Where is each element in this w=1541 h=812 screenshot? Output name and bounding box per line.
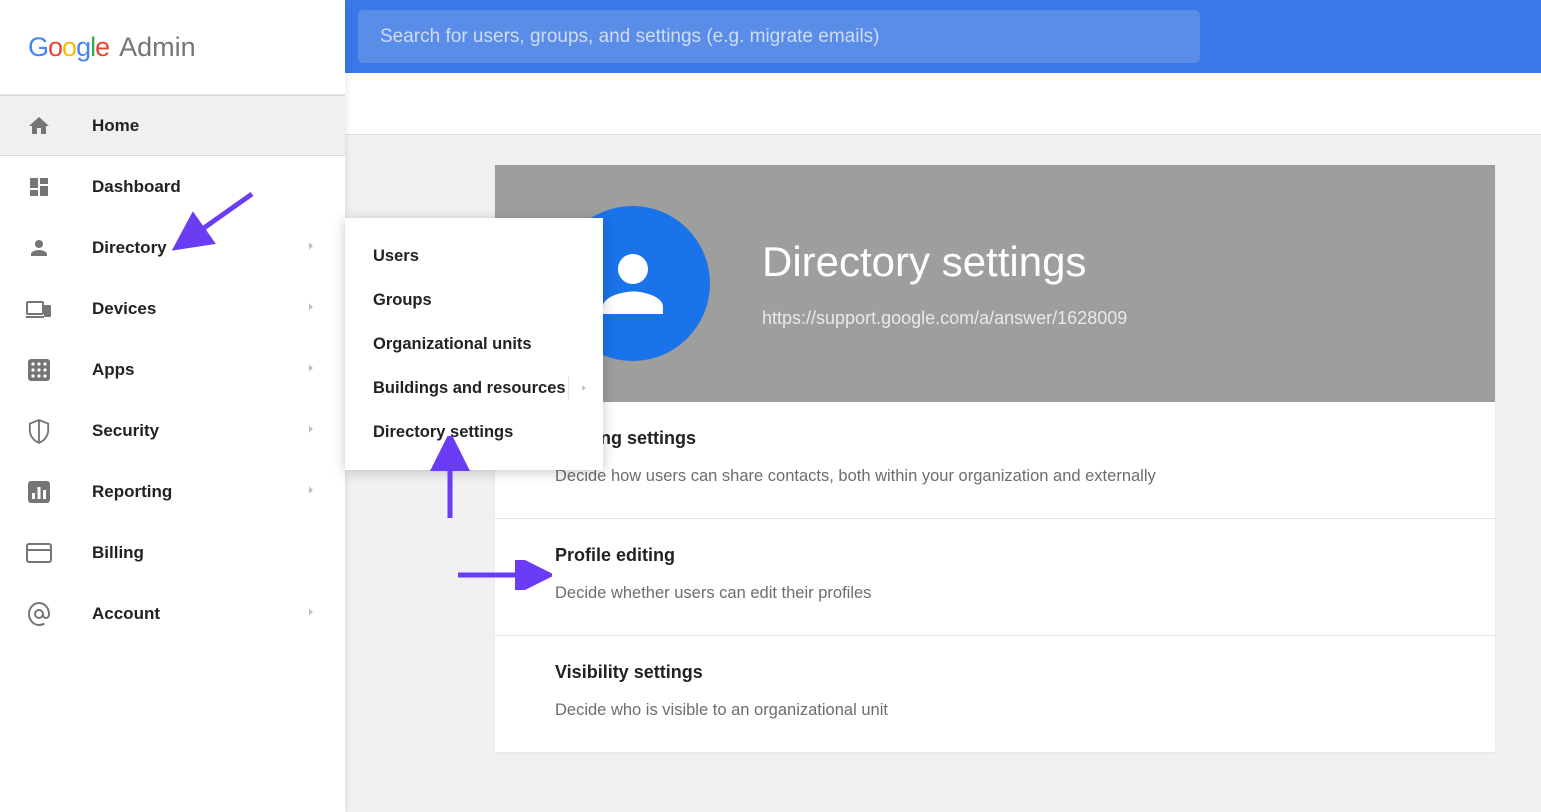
chart-icon — [24, 477, 54, 507]
submenu-buildings[interactable]: Buildings and resources — [345, 366, 603, 410]
section-desc: Decide how users can share contacts, bot… — [555, 467, 1435, 486]
dashboard-icon — [24, 172, 54, 202]
nav-label: Reporting — [92, 482, 172, 502]
section-title: Sharing settings — [555, 428, 1435, 449]
section-title: Visibility settings — [555, 662, 1435, 683]
chevron-right-icon — [305, 300, 317, 318]
nav-label: Security — [92, 421, 159, 441]
panel-title: Directory settings — [762, 238, 1127, 286]
submenu-users[interactable]: Users — [345, 234, 603, 278]
submenu-label: Buildings and resources — [373, 379, 566, 398]
annotation-arrow-icon — [172, 186, 262, 256]
chevron-right-icon — [305, 422, 317, 440]
submenu-label: Organizational units — [373, 335, 532, 354]
search-input[interactable] — [380, 26, 1178, 48]
panel-header: Directory settings https://support.googl… — [495, 165, 1495, 402]
chevron-right-icon — [305, 361, 317, 379]
nav-label: Directory — [92, 238, 167, 258]
apps-icon — [24, 355, 54, 385]
admin-word: Admin — [119, 32, 196, 63]
at-icon — [24, 599, 54, 629]
nav-home[interactable]: Home — [0, 95, 345, 156]
nav-billing[interactable]: Billing — [0, 522, 345, 583]
home-icon — [24, 111, 54, 141]
nav-label: Account — [92, 604, 160, 624]
panel-subtitle: https://support.google.com/a/answer/1628… — [762, 308, 1127, 329]
submenu-label: Users — [373, 247, 419, 266]
nav-reporting[interactable]: Reporting — [0, 461, 345, 522]
devices-icon — [24, 294, 54, 324]
search-box[interactable] — [358, 10, 1200, 63]
sidebar: Google Admin Home Dashboard Directory De… — [0, 0, 345, 812]
nav: Home Dashboard Directory Devices Apps Se… — [0, 95, 345, 644]
submenu-org-units[interactable]: Organizational units — [345, 322, 603, 366]
annotation-arrow-icon — [430, 436, 470, 526]
nav-label: Devices — [92, 299, 156, 319]
nav-devices[interactable]: Devices — [0, 278, 345, 339]
nav-label: Home — [92, 116, 139, 136]
directory-submenu: Users Groups Organizational units Buildi… — [345, 218, 603, 470]
submenu-directory-settings[interactable]: Directory settings — [345, 410, 603, 454]
nav-label: Dashboard — [92, 177, 181, 197]
submenu-label: Groups — [373, 291, 432, 310]
panel-header-text: Directory settings https://support.googl… — [762, 238, 1127, 329]
chevron-right-icon — [305, 605, 317, 623]
person-icon — [24, 233, 54, 263]
annotation-arrow-icon — [452, 560, 552, 590]
chevron-right-icon — [305, 239, 317, 257]
billing-icon — [24, 538, 54, 568]
section-sharing[interactable]: Sharing settings Decide how users can sh… — [495, 402, 1495, 519]
google-logo: Google — [28, 32, 109, 63]
nav-apps[interactable]: Apps — [0, 339, 345, 400]
section-desc: Decide who is visible to an organization… — [555, 701, 1435, 720]
nav-account[interactable]: Account — [0, 583, 345, 644]
shield-icon — [24, 416, 54, 446]
section-title: Profile editing — [555, 545, 1435, 566]
nav-security[interactable]: Security — [0, 400, 345, 461]
logo: Google Admin — [0, 0, 345, 95]
section-desc: Decide whether users can edit their prof… — [555, 584, 1435, 603]
chevron-right-icon — [305, 483, 317, 501]
section-profile-editing[interactable]: Profile editing Decide whether users can… — [495, 519, 1495, 636]
nav-label: Billing — [92, 543, 144, 563]
settings-panel: Directory settings https://support.googl… — [495, 165, 1495, 752]
section-visibility[interactable]: Visibility settings Decide who is visibl… — [495, 636, 1495, 752]
chevron-right-icon — [568, 376, 589, 400]
nav-label: Apps — [92, 360, 135, 380]
submenu-groups[interactable]: Groups — [345, 278, 603, 322]
